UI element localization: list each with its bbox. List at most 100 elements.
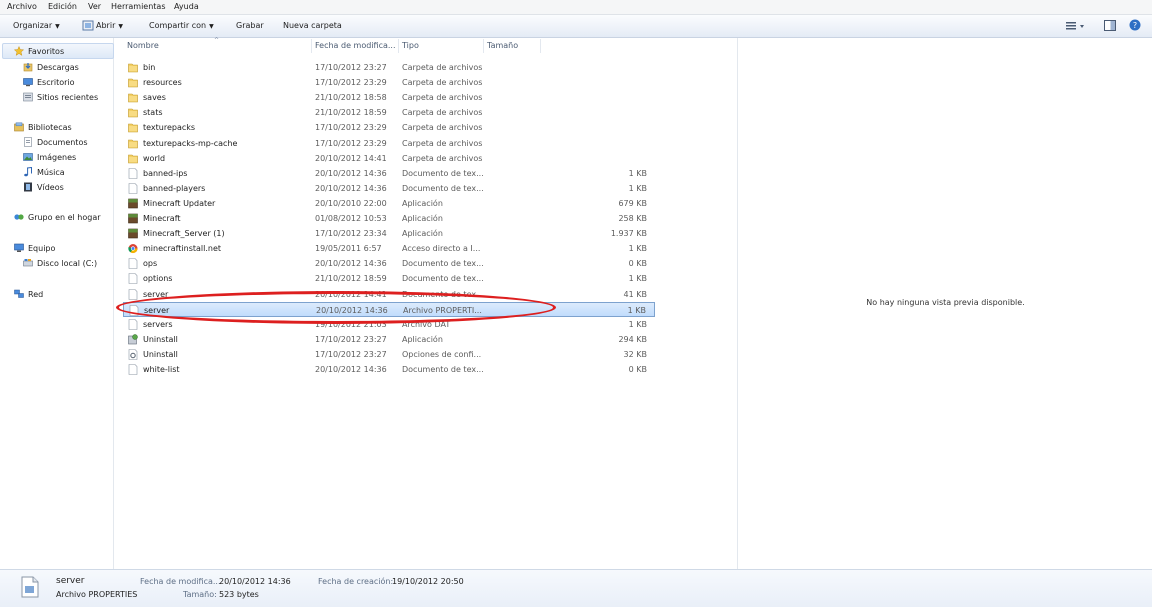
file-row[interactable]: texturepacks-mp-cache 17/10/2012 23:29 Car… (123, 136, 655, 151)
nav-computer-label: Equipo (28, 243, 56, 253)
file-size: 1 KB (628, 168, 647, 178)
nav-libraries[interactable]: Bibliotecas (14, 122, 72, 132)
help-icon[interactable]: ? (1129, 19, 1141, 31)
file-row[interactable]: minecraftinstall.net 19/05/2011 6:57 Acces… (123, 241, 655, 256)
file-row[interactable]: Uninstall 17/10/2012 23:27 Opciones de con… (123, 347, 655, 362)
file-row[interactable]: options 21/10/2012 18:59 Documento de tex.… (123, 271, 655, 286)
nav-documents[interactable]: Documentos (23, 137, 88, 147)
svg-text:?: ? (1133, 21, 1137, 30)
file-row[interactable]: stats 21/10/2012 18:59 Carpeta de archivos (123, 105, 655, 120)
details-file-name: server (56, 576, 85, 586)
file-size: 41 KB (623, 289, 647, 299)
file-name: servers (143, 319, 173, 329)
chevron-down-icon: ▼ (209, 23, 214, 30)
file-row[interactable]: white-list 20/10/2012 14:36 Documento de t… (123, 362, 655, 377)
file-row[interactable]: world 20/10/2012 14:41 Carpeta de archivos (123, 151, 655, 166)
file-size: 0 KB (628, 365, 647, 374)
file-row[interactable]: Minecraft 01/08/2012 10:53 Aplicación 258 K… (123, 211, 655, 226)
nav-music[interactable]: Música (23, 167, 65, 177)
view-options-icon[interactable] (1066, 21, 1086, 31)
minecraft-grass-block-icon (128, 213, 138, 224)
file-row[interactable]: resources 17/10/2012 23:29 Carpeta de arch… (123, 75, 655, 90)
file-row[interactable]: bin 17/10/2012 23:27 Carpeta de archivos (123, 60, 655, 75)
folder-icon (128, 139, 138, 148)
file-row[interactable]: saves 21/10/2012 18:58 Carpeta de archivos (123, 90, 655, 105)
network-icon (14, 289, 24, 298)
share-button[interactable]: Compartir con ▼ (149, 21, 214, 30)
nav-homegroup[interactable]: Grupo en el hogar (14, 212, 101, 222)
nav-local-disk[interactable]: Disco local (C:) (23, 258, 97, 268)
file-row-selected[interactable]: server 20/10/2012 14:36 Archivo PROPERTI..… (123, 301, 655, 317)
nav-videos[interactable]: Vídeos (23, 182, 64, 192)
file-date: 01/08/2012 10:53 (315, 214, 387, 223)
burn-button[interactable]: Grabar (236, 21, 264, 30)
column-header-size[interactable]: Tamaño (487, 41, 518, 50)
nav-downloads[interactable]: Descargas (23, 62, 79, 72)
column-separator[interactable] (311, 39, 312, 53)
file-row[interactable]: banned-ips 20/10/2012 14:36 Documento de t… (123, 166, 655, 181)
file-name: server (143, 289, 169, 299)
star-icon (14, 46, 24, 56)
file-row[interactable]: texturepacks 17/10/2012 23:29 Carpeta de a… (123, 120, 655, 135)
menu-herramientas[interactable]: Herramientas (111, 2, 166, 11)
column-separator[interactable] (398, 39, 399, 53)
file-row[interactable]: Minecraft Updater 20/10/2010 22:00 Aplicac… (123, 196, 655, 211)
preview-pane-icon[interactable] (1104, 20, 1116, 31)
menu-bar: Archivo Edición Ver Herramientas Ayuda (0, 0, 1152, 15)
nav-desktop[interactable]: Escritorio (23, 77, 75, 87)
file-date: 17/10/2012 23:27 (315, 349, 387, 359)
file-name: world (143, 153, 166, 163)
nav-music-label: Música (37, 167, 65, 177)
folder-icon (128, 108, 138, 118)
nav-network[interactable]: Red (14, 289, 43, 299)
file-size: 0 KB (628, 259, 647, 269)
file-name: white-list (143, 365, 180, 374)
file-size: 1 KB (628, 244, 647, 254)
menu-ver[interactable]: Ver (88, 2, 101, 11)
file-date: 17/10/2012 23:27 (315, 334, 387, 344)
file-date: 17/10/2012 23:27 (315, 63, 387, 72)
column-header-name[interactable]: Nombre (127, 41, 159, 50)
new-folder-button[interactable]: Nueva carpeta (283, 21, 342, 30)
nav-recent[interactable]: Sitios recientes (23, 92, 98, 102)
details-pane: server Archivo PROPERTIES Fecha de modif… (0, 569, 1152, 607)
file-size: 294 KB (618, 334, 647, 344)
menu-ayuda[interactable]: Ayuda (174, 2, 199, 11)
column-header-date[interactable]: Fecha de modifica... (315, 41, 396, 50)
file-name: options (143, 274, 173, 284)
menu-archivo[interactable]: Archivo (7, 2, 37, 11)
organize-button[interactable]: Organizar ▼ (13, 21, 60, 30)
nav-computer[interactable]: Equipo (14, 243, 55, 253)
column-separator[interactable] (540, 39, 541, 53)
column-separator[interactable] (483, 39, 484, 53)
file-size: 258 KB (618, 214, 647, 223)
menu-edicion[interactable]: Edición (48, 2, 77, 11)
file-date: 17/10/2012 23:34 (315, 229, 387, 239)
nav-favorites[interactable]: Favoritos (14, 46, 64, 56)
computer-icon (14, 243, 24, 252)
text-file-icon (128, 182, 138, 194)
preview-pane: No hay ninguna vista previa disponible. (737, 38, 1152, 569)
libraries-icon (14, 122, 24, 132)
file-name: Minecraft_Server (1) (143, 229, 225, 239)
nav-pictures-label: Imágenes (37, 152, 77, 162)
documents-icon (24, 137, 32, 147)
desktop-icon (23, 78, 33, 87)
chrome-icon (128, 244, 138, 254)
file-row[interactable]: banned-players 20/10/2012 14:36 Documento … (123, 181, 655, 196)
file-date: 21/10/2012 18:59 (315, 108, 387, 118)
nav-local-disk-label: Disco local (C:) (37, 258, 98, 268)
file-row[interactable]: servers 19/10/2012 21:03 Archivo DAT 1 KB (123, 317, 655, 332)
file-row[interactable]: Minecraft_Server (1) 17/10/2012 23:34 Apli… (123, 226, 655, 241)
nav-pictures[interactable]: Imágenes (23, 152, 76, 162)
text-file-icon (128, 273, 138, 285)
open-button[interactable]: Abrir ▼ (96, 21, 123, 30)
column-header-type[interactable]: Tipo (402, 41, 419, 50)
file-row[interactable]: ops 20/10/2012 14:36 Documento de tex... 0 … (123, 256, 655, 271)
file-name: ops (143, 259, 158, 269)
share-label: Compartir con (149, 21, 207, 30)
file-row[interactable]: Uninstall 17/10/2012 23:27 Aplicación 294 K… (123, 332, 655, 347)
file-row[interactable]: server 20/10/2012 14:41 Documento de tex..… (123, 287, 655, 302)
homegroup-icon (14, 214, 24, 220)
file-type: Archivo DAT (402, 319, 451, 329)
